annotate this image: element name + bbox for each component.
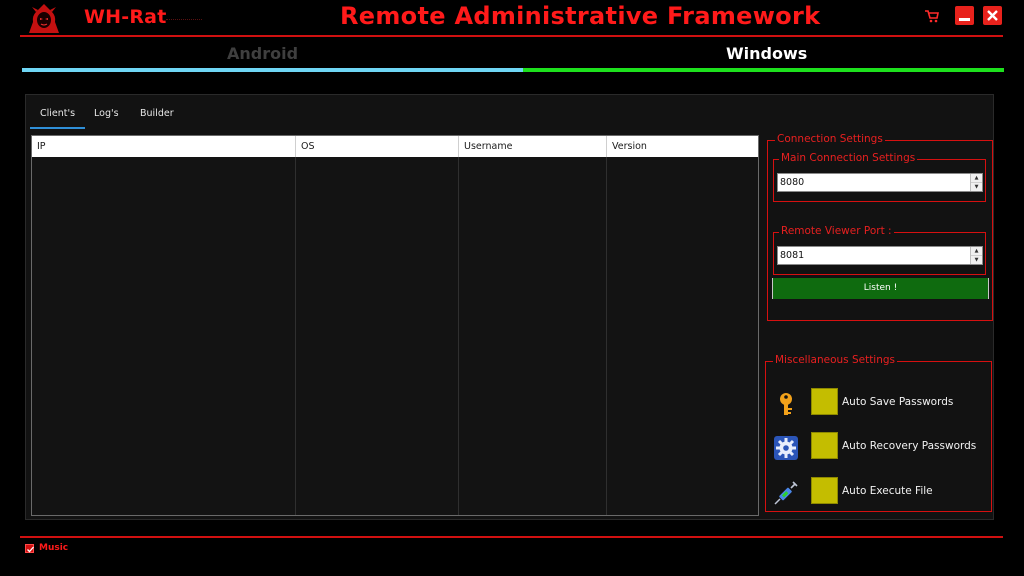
main-port-stepper[interactable]: ▲ ▼	[777, 173, 983, 192]
minimize-button[interactable]	[955, 6, 974, 25]
listen-button[interactable]: Listen !	[772, 278, 989, 299]
connection-settings-title: Connection Settings	[775, 133, 885, 145]
connection-settings-group: Connection Settings Main Connection Sett…	[767, 133, 993, 321]
gear-icon	[773, 435, 799, 461]
android-tab-indicator	[22, 68, 523, 72]
music-checkbox[interactable]	[25, 544, 34, 553]
tab-logs[interactable]: Log's	[84, 103, 129, 129]
main-port-arrows: ▲ ▼	[970, 174, 982, 191]
column-header-ip[interactable]: IP	[32, 136, 296, 157]
remote-viewer-title: Remote Viewer Port :	[779, 225, 894, 237]
column-header-version[interactable]: Version	[607, 136, 758, 157]
windows-tab-indicator	[523, 68, 1004, 72]
spin-up-icon[interactable]: ▲	[971, 247, 982, 255]
viewer-port-arrows: ▲ ▼	[970, 247, 982, 264]
clients-table[interactable]: IP OS Username Version	[31, 135, 759, 516]
main-connection-group: Main Connection Settings ▲ ▼	[773, 152, 986, 202]
auto-execute-file-option[interactable]: Auto Execute File	[766, 477, 988, 507]
cart-icon[interactable]	[924, 8, 940, 24]
auto-execute-file-checkbox[interactable]	[811, 477, 838, 504]
main-port-input[interactable]	[778, 174, 968, 191]
main-panel: Client's Log's Builder IP OS Username Ve…	[25, 94, 994, 520]
checkmark-icon	[27, 546, 34, 553]
auto-recovery-passwords-label: Auto Recovery Passwords	[842, 440, 977, 452]
column-divider	[606, 157, 607, 515]
hacker-logo-icon	[26, 2, 62, 36]
auto-execute-file-label: Auto Execute File	[842, 485, 933, 497]
viewer-port-input[interactable]	[778, 247, 968, 264]
app-name-underline	[166, 19, 202, 21]
auto-save-passwords-label: Auto Save Passwords	[842, 396, 954, 408]
tab-builder[interactable]: Builder	[130, 103, 184, 129]
main-connection-title: Main Connection Settings	[779, 152, 918, 164]
auto-recovery-passwords-checkbox[interactable]	[811, 432, 838, 459]
spin-down-icon[interactable]: ▼	[971, 255, 982, 263]
misc-settings-title: Miscellaneous Settings	[773, 354, 898, 366]
spin-up-icon[interactable]: ▲	[971, 174, 982, 182]
table-header: IP OS Username Version	[32, 136, 758, 157]
close-button[interactable]	[983, 6, 1002, 25]
tab-android[interactable]: Android	[227, 44, 298, 63]
title-divider	[20, 35, 1003, 37]
column-divider	[458, 157, 459, 515]
key-icon	[773, 391, 799, 417]
syringe-icon	[773, 480, 799, 506]
auto-save-passwords-checkbox[interactable]	[811, 388, 838, 415]
tab-clients[interactable]: Client's	[30, 103, 86, 129]
close-icon	[987, 10, 998, 21]
column-divider	[295, 157, 296, 515]
minimize-icon	[959, 18, 970, 21]
tab-windows[interactable]: Windows	[726, 44, 807, 63]
music-label[interactable]: Music	[39, 543, 68, 553]
spin-down-icon[interactable]: ▼	[971, 182, 982, 190]
viewer-port-stepper[interactable]: ▲ ▼	[777, 246, 983, 265]
app-name: WH-Rat	[84, 6, 167, 28]
remote-viewer-group: Remote Viewer Port : ▲ ▼	[773, 225, 986, 275]
page-title: Remote Administrative Framework	[340, 2, 821, 30]
column-header-os[interactable]: OS	[296, 136, 459, 157]
column-header-username[interactable]: Username	[459, 136, 607, 157]
auto-recovery-passwords-option[interactable]: Auto Recovery Passwords	[766, 432, 988, 462]
auto-save-passwords-option[interactable]: Auto Save Passwords	[766, 388, 988, 418]
misc-settings-group: Miscellaneous Settings Auto Save Passwor…	[765, 354, 992, 512]
footer-divider	[20, 536, 1003, 538]
